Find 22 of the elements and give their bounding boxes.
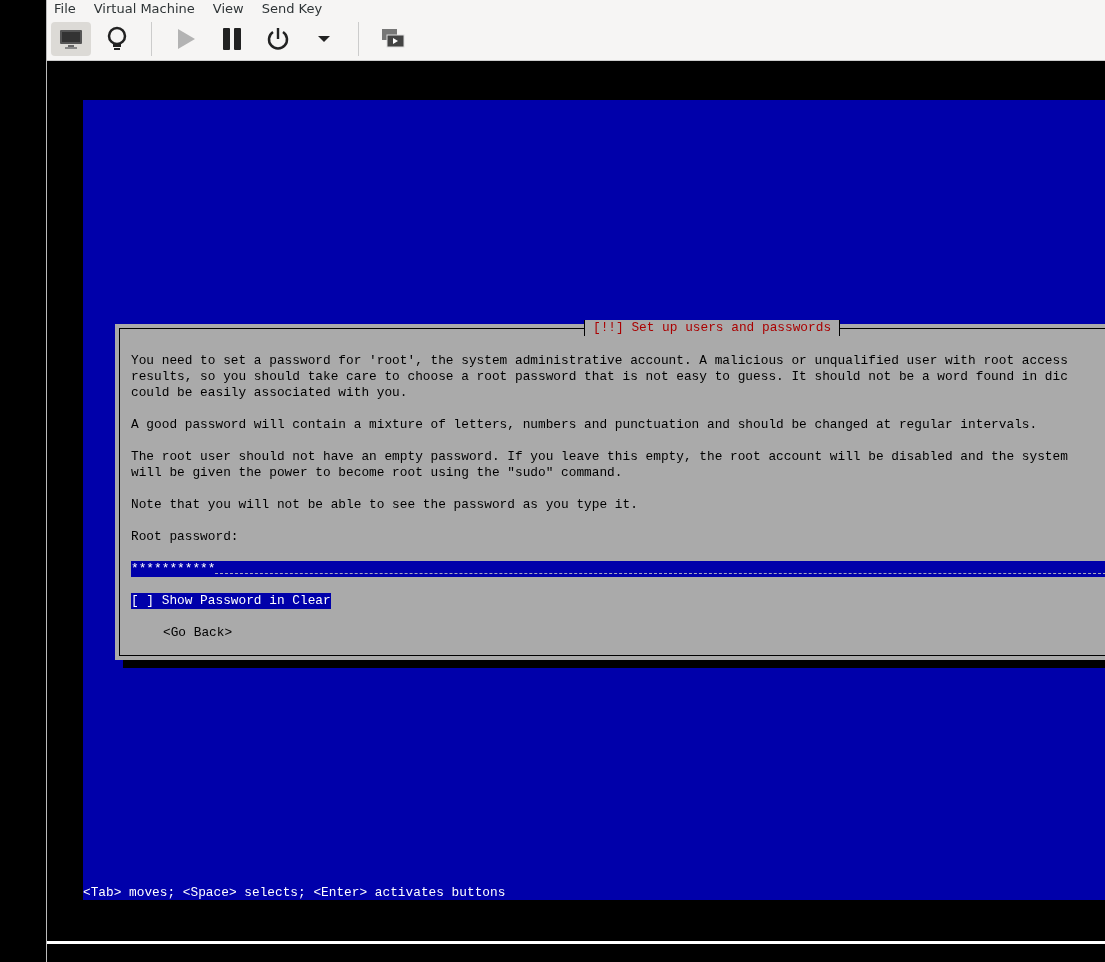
play-icon [175, 27, 197, 51]
go-back-button[interactable]: <Go Back> [163, 625, 233, 641]
menu-item[interactable]: View [212, 0, 244, 19]
monitor-icon [59, 28, 83, 50]
menu-item[interactable]: File [54, 0, 76, 19]
show-password-checkbox[interactable]: [ ] Show Password in Clear [131, 593, 331, 609]
power-icon [266, 27, 290, 51]
help-line: <Tab> moves; <Space> selects; <Enter> activates buttons [83, 885, 506, 900]
field-label: Root password: [131, 529, 240, 545]
menu-item[interactable]: Virtual Machine [93, 0, 195, 19]
monitor-button[interactable] [51, 22, 91, 56]
dialog-title: [!!] Set up users and passwords [593, 320, 832, 336]
menu-item[interactable]: Send Key [261, 0, 323, 19]
screens-icon [381, 28, 405, 50]
dialog-paragraph: The root user should not have an empty password. If you leave this empty, the root account will be disabled and the system will be given the power to become root using the "sudo" command. [131, 449, 1069, 481]
password-field[interactable]: *********** [131, 561, 1105, 577]
dialog-paragraph: Note that you will not be able to see the password as you type it. [131, 497, 639, 513]
caret-icon [318, 35, 330, 43]
pause-icon [222, 27, 242, 51]
dialog-paragraph: A good password will contain a mixture of letters, numbers and punctuation and should be changed at regular intervals. [131, 417, 1039, 433]
dialog-paragraph: You need to set a password for 'root', the system administrative account. A malicious or unqualified user with root access results, so you should take care to choose a root password that is not easy to guess. It should not be a word found in dic could be easily associated with you. [131, 353, 1069, 401]
lightbulb-icon [106, 26, 128, 52]
